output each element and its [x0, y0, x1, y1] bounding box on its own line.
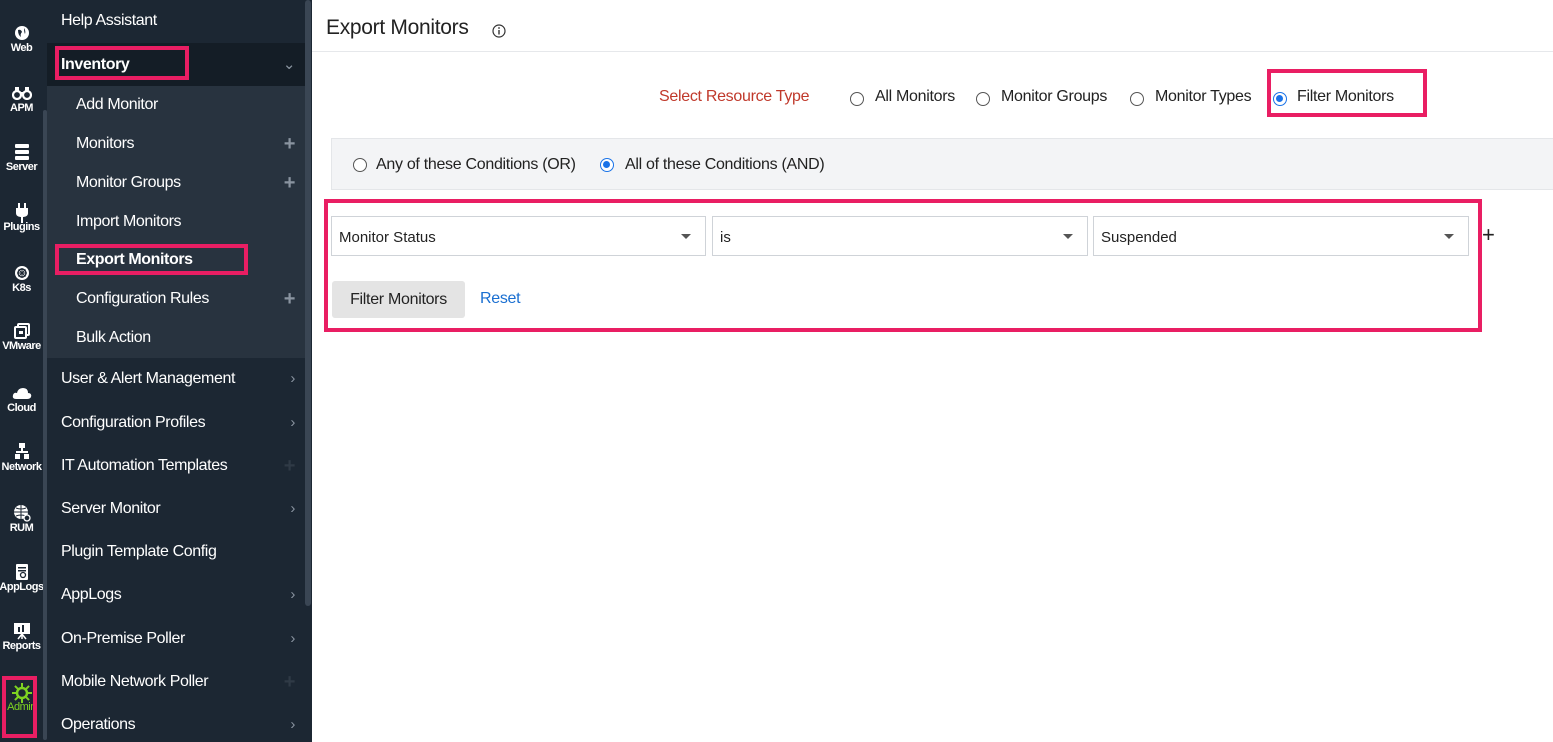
rum-globe-icon: [0, 504, 43, 522]
radio-all-conditions-label[interactable]: All of these Conditions (AND): [625, 156, 825, 174]
sidebar-item-label: User & Alert Management: [61, 370, 235, 387]
filter-monitors-highlight-box: [1267, 69, 1427, 117]
radio-any-conditions[interactable]: [353, 158, 367, 172]
rail-item-cloud[interactable]: Cloud: [0, 384, 43, 414]
rail-label: VMware: [2, 340, 41, 352]
server-icon: [0, 143, 43, 161]
rail-item-reports[interactable]: Reports: [0, 622, 43, 652]
chevron-right-icon: ›: [290, 370, 295, 387]
rail-item-plugins[interactable]: Plugins: [0, 203, 43, 233]
chevron-right-icon: ›: [290, 586, 295, 603]
radio-monitor-groups[interactable]: [976, 92, 990, 106]
add-condition-plus-icon[interactable]: +: [1482, 222, 1495, 248]
sidebar-item-label: On-Premise Poller: [61, 630, 185, 647]
sidebar-item-label: Configuration Profiles: [61, 414, 206, 431]
chevron-right-icon: ›: [290, 500, 295, 517]
radio-all-monitors-label[interactable]: All Monitors: [875, 88, 955, 106]
add-monitor-groups-plus-icon[interactable]: +: [284, 172, 296, 195]
rail-item-rum[interactable]: RUM: [0, 504, 43, 534]
rail-item-vmware[interactable]: VMware: [0, 322, 43, 352]
chevron-right-icon: ›: [290, 414, 295, 431]
network-icon: [0, 443, 43, 461]
sidebar-item-label: Plugin Template Config: [61, 543, 217, 560]
reports-icon: [0, 622, 43, 640]
vmware-icon: [0, 322, 43, 340]
rail-label: Web: [10, 42, 33, 54]
chevron-right-icon: ›: [290, 630, 295, 647]
sidebar: Help Assistant Inventory ⌄ Add Monitor M…: [47, 0, 312, 742]
cloud-icon: [0, 384, 43, 402]
sidebar-item-label: Operations: [61, 716, 136, 733]
rail-label: AppLogs: [0, 581, 43, 593]
rail-label: APM: [10, 102, 33, 114]
sidebar-scrollbar[interactable]: [305, 0, 312, 742]
radio-all-conditions[interactable]: [600, 158, 614, 172]
kubernetes-icon: [0, 264, 43, 282]
rail-item-server[interactable]: Server: [0, 143, 43, 173]
radio-any-conditions-label[interactable]: Any of these Conditions (OR): [376, 156, 576, 174]
radio-monitor-groups-label[interactable]: Monitor Groups: [1001, 88, 1107, 106]
sidebar-item-label: Monitor Groups: [76, 174, 181, 191]
chevron-down-icon: ⌄: [282, 56, 296, 73]
plus-icon: +: [283, 671, 296, 693]
rail-item-applogs[interactable]: AppLogs: [0, 563, 43, 593]
sidebar-item-label: Monitors: [76, 135, 135, 152]
chevron-right-icon: ›: [290, 716, 295, 733]
plus-icon: +: [283, 455, 296, 477]
filter-block-highlight-box: [324, 199, 1482, 332]
sidebar-item-label: Server Monitor: [61, 500, 161, 517]
admin-highlight-box: [2, 676, 37, 738]
add-monitors-plus-icon[interactable]: +: [284, 133, 296, 156]
radio-monitor-types-label[interactable]: Monitor Types: [1155, 88, 1252, 106]
sidebar-item-label: Add Monitor: [76, 96, 158, 113]
page-header: Export Monitors: [312, 0, 1553, 52]
sidebar-scrollbar-thumb[interactable]: [305, 0, 311, 606]
plug-icon: [0, 203, 43, 223]
resource-type-label: Select Resource Type: [659, 88, 810, 105]
rail-label: Cloud: [7, 402, 36, 414]
rail-label: RUM: [9, 522, 34, 534]
rail-item-network[interactable]: Network: [0, 443, 43, 473]
rail-label: Network: [1, 461, 42, 473]
inventory-highlight-box: [55, 46, 189, 80]
sidebar-item-label: AppLogs: [61, 586, 122, 603]
rail-label: K8s: [12, 282, 31, 294]
sidebar-item-label: Bulk Action: [76, 329, 151, 346]
sidebar-item-label: Help Assistant: [61, 12, 157, 29]
icon-rail: Web APM Server Plugins K8s VMware Cloud …: [0, 0, 43, 742]
rail-label: Reports: [2, 640, 41, 652]
sidebar-item-label: Mobile Network Poller: [61, 673, 209, 690]
radio-monitor-types[interactable]: [1130, 92, 1144, 106]
page-title: Export Monitors: [326, 16, 469, 39]
radio-all-monitors[interactable]: [850, 92, 864, 106]
sidebar-item-label: IT Automation Templates: [61, 457, 228, 474]
info-icon[interactable]: [492, 24, 506, 43]
main-content: Export Monitors Select Resource Type All…: [312, 0, 1553, 742]
rail-item-apm[interactable]: APM: [0, 84, 43, 114]
rail-label: Plugins: [3, 221, 40, 233]
applogs-icon: [0, 563, 43, 581]
add-configuration-rules-plus-icon[interactable]: +: [284, 288, 296, 311]
binoculars-icon: [0, 84, 43, 102]
globe-icon: [0, 24, 43, 42]
rail-item-web[interactable]: Web: [0, 24, 43, 54]
export-monitors-highlight-box: [55, 244, 248, 275]
rail-item-k8s[interactable]: K8s: [0, 264, 43, 294]
rail-label: Server: [5, 161, 38, 173]
sidebar-item-label: Import Monitors: [76, 213, 182, 230]
sidebar-item-label: Configuration Rules: [76, 290, 209, 307]
